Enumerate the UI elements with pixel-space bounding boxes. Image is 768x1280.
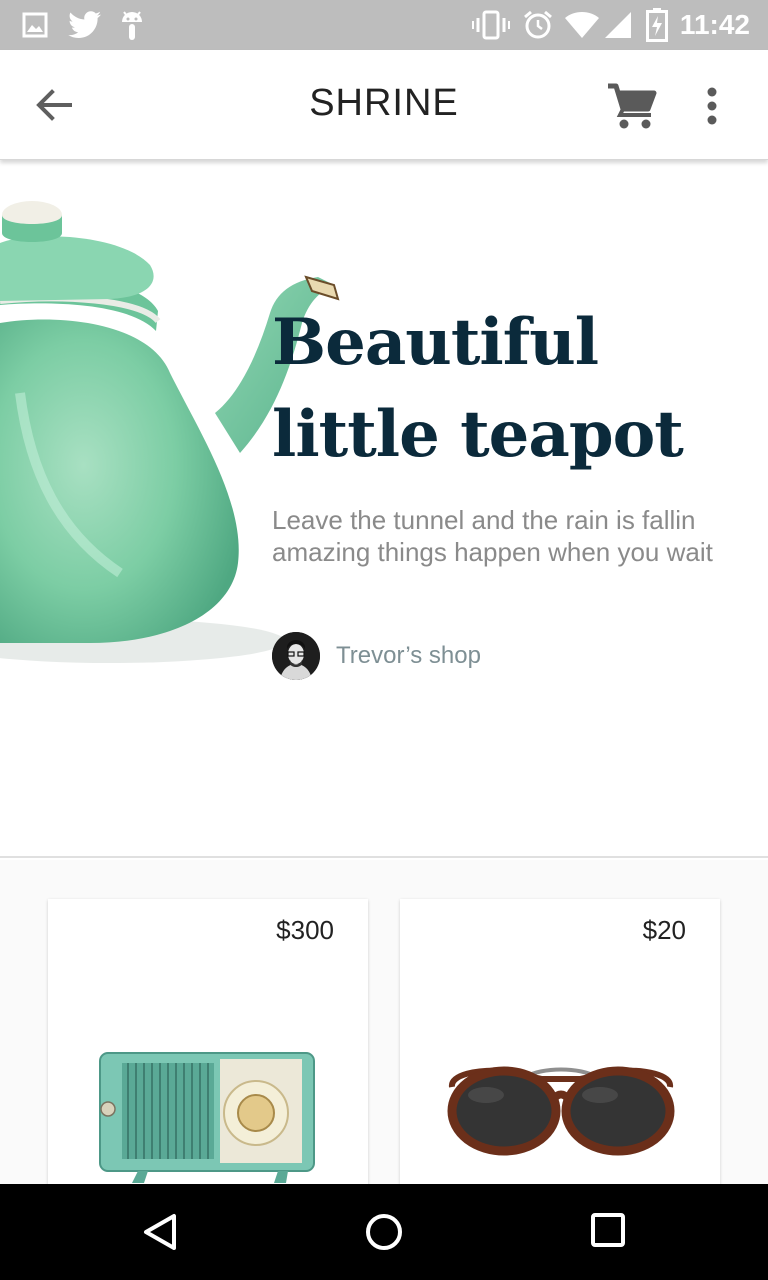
app-bar: SHRINE [0, 50, 768, 160]
avatar [272, 632, 320, 680]
featured-description: Leave the tunnel and the rain is fallin … [272, 505, 713, 567]
product-card[interactable]: $300 [48, 899, 368, 1199]
signal-icon [605, 12, 631, 38]
system-nav-bar [0, 1184, 768, 1280]
wifi-icon [565, 12, 599, 38]
product-grid: $300 $20 [0, 860, 768, 1199]
twitter-icon [68, 11, 101, 39]
product-price: $20 [642, 915, 686, 945]
android-icon [122, 11, 142, 40]
shop-link[interactable]: Trevor’s shop [272, 631, 481, 681]
shop-name[interactable]: Trevor’s shop [336, 642, 481, 670]
nav-recents-icon[interactable] [590, 1212, 626, 1248]
more-vert-icon[interactable] [694, 82, 730, 130]
shopping-cart-icon[interactable] [606, 82, 658, 130]
featured-title: Beautiful little teapot [272, 305, 684, 472]
avatar-image [272, 632, 320, 680]
product-card[interactable]: $20 [400, 899, 720, 1199]
status-bar: 11:42 [0, 0, 768, 50]
nav-home-icon[interactable] [364, 1212, 404, 1252]
status-time: 11:42 [679, 9, 750, 40]
alarm-icon [524, 10, 552, 39]
image-icon [22, 12, 48, 38]
sunglasses-image [447, 1066, 675, 1156]
vibrate-icon [472, 10, 510, 40]
battery-charging-icon [646, 8, 668, 42]
featured-product[interactable]: Beautiful little teapot Leave the tunnel… [0, 161, 768, 858]
nav-back-icon[interactable] [140, 1212, 180, 1252]
product-price: $300 [276, 915, 334, 945]
radio-image [99, 1052, 315, 1183]
